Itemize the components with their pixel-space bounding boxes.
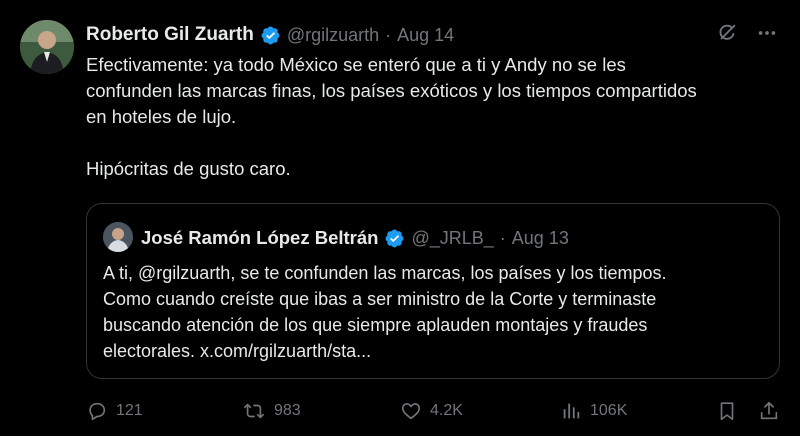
like-button[interactable]: 4.2K	[400, 400, 463, 422]
tweet-text-line: en hoteles de lujo.	[86, 106, 237, 127]
tweet-date[interactable]: Aug 14	[397, 25, 454, 46]
author-handle[interactable]: @rgilzuarth	[287, 25, 379, 46]
bookmark-icon	[720, 402, 734, 421]
repost-button[interactable]: 983	[242, 400, 301, 422]
more-icon[interactable]	[756, 22, 778, 44]
quoted-date[interactable]: Aug 13	[512, 228, 569, 249]
tweet-actions: 121 983 4.2K 106K	[86, 398, 782, 426]
tweet-text-line: Efectivamente: ya todo México se enteró …	[86, 54, 626, 75]
quoted-text-line: electorales. x.com/rgilzuarth/sta...	[103, 341, 372, 361]
grok-icon[interactable]	[716, 22, 738, 44]
reply-icon	[89, 402, 106, 421]
quoted-author-handle[interactable]: @_JRLB_	[411, 228, 493, 249]
heart-icon	[401, 403, 421, 420]
share-button[interactable]	[758, 400, 788, 422]
tweet-text-closing: Hipócritas de gusto caro.	[86, 158, 291, 179]
author-avatar[interactable]	[20, 20, 74, 74]
like-count: 4.2K	[430, 402, 463, 419]
tweet-header: Roberto Gil Zuarth @rgilzuarth · Aug 14	[86, 22, 454, 48]
views-button[interactable]: 106K	[560, 400, 627, 422]
quoted-author-avatar[interactable]	[103, 222, 133, 252]
views-count: 106K	[590, 402, 628, 419]
reply-count: 121	[116, 402, 143, 419]
tweet-text: Efectivamente: ya todo México se enteró …	[86, 52, 786, 182]
tweet-top-controls	[716, 22, 778, 44]
verified-badge-icon	[261, 26, 280, 44]
author-name[interactable]: Roberto Gil Zuarth	[86, 24, 254, 46]
quoted-text: A ti, @rgilzuarth, se te confunden las m…	[103, 260, 768, 364]
tweet[interactable]: Roberto Gil Zuarth @rgilzuarth · Aug 14 …	[0, 0, 800, 436]
tweet-text-line: confunden las marcas finas, los países e…	[86, 80, 697, 101]
quoted-text-line: Como cuando creíste que ibas a ser minis…	[103, 289, 657, 309]
quoted-author-name[interactable]: José Ramón López Beltrán	[141, 227, 378, 249]
separator-dot: ·	[385, 24, 392, 45]
bookmark-button[interactable]	[716, 400, 746, 422]
separator-dot: ·	[499, 227, 506, 248]
share-icon	[760, 401, 778, 420]
reply-button[interactable]: 121	[86, 400, 143, 422]
repost-icon	[244, 403, 264, 419]
views-icon	[563, 403, 580, 419]
quoted-text-line: A ti, @rgilzuarth, se te confunden las m…	[103, 263, 667, 283]
quoted-header: José Ramón López Beltrán @_JRLB_ · Aug 1…	[141, 224, 569, 252]
quoted-tweet[interactable]: José Ramón López Beltrán @_JRLB_ · Aug 1…	[86, 203, 780, 379]
quoted-text-line: buscando atención de los que siempre apl…	[103, 315, 648, 335]
repost-count: 983	[274, 402, 301, 419]
verified-badge-icon	[386, 229, 404, 247]
